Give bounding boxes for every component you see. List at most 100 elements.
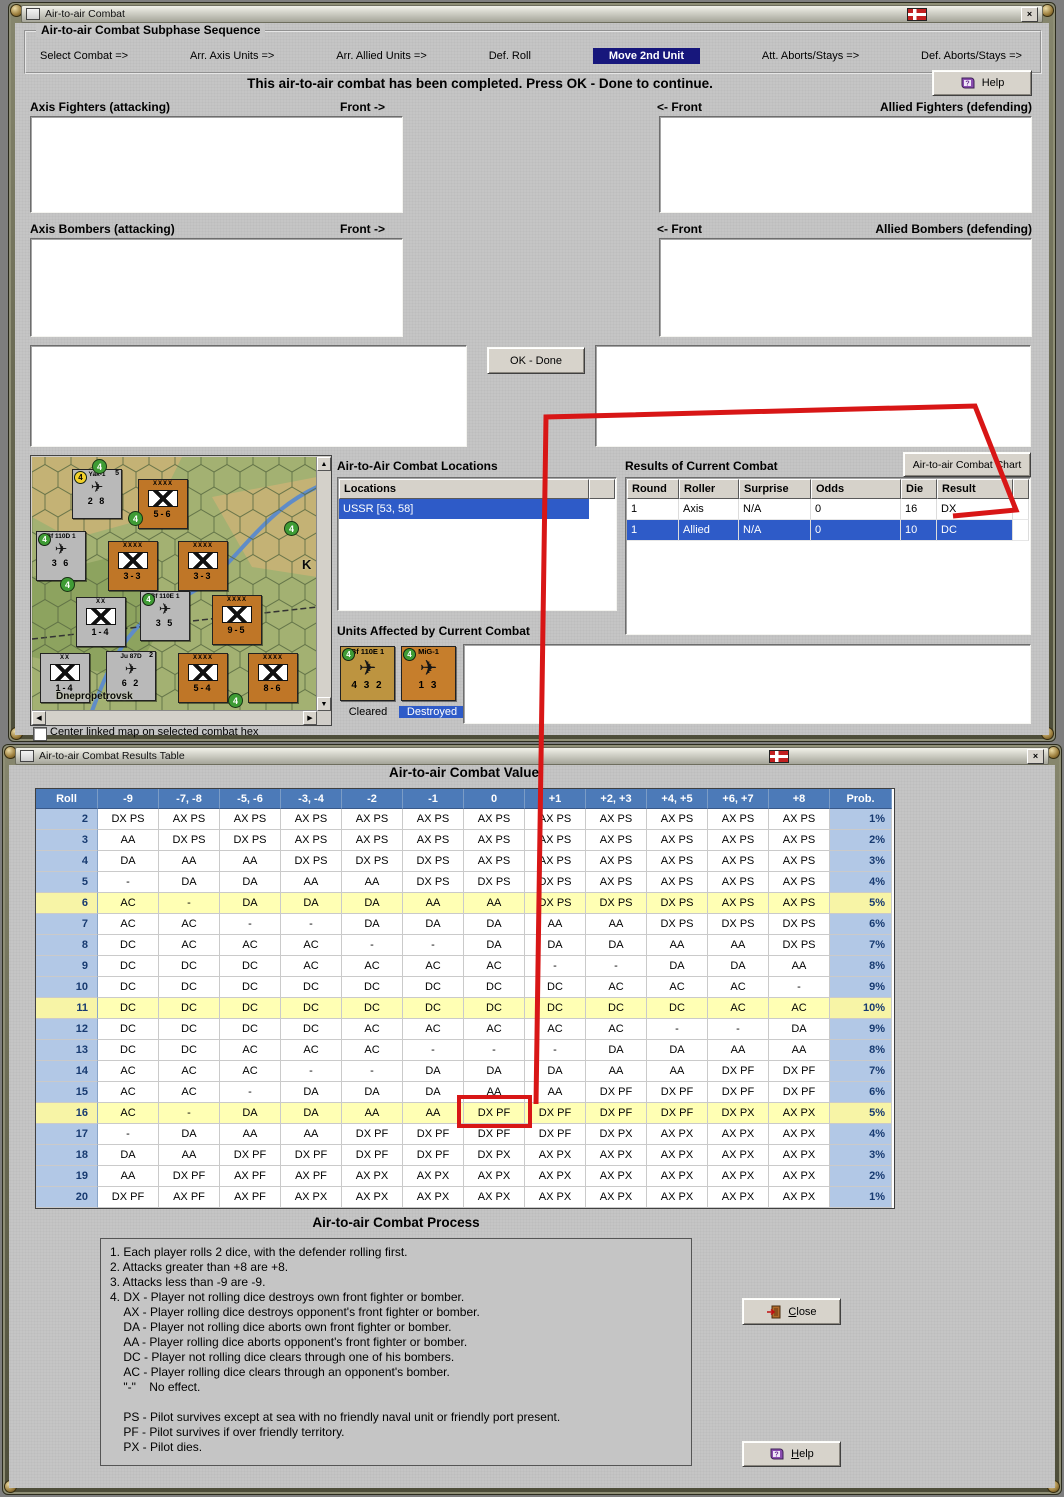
unit-counter[interactable]: XX 1-4 (76, 597, 126, 647)
results-cell[interactable]: Axis (679, 499, 739, 520)
combat-value-cell: AC (281, 956, 342, 977)
combat-map[interactable]: 5 4 Yak-1 ✈ 2 8 XXXX 5-6 4 Bf 110D 1 ✈ 3 6 XXXX 3-3 X… (30, 455, 332, 726)
combat-value-cell: AA (647, 1061, 708, 1082)
combat-value-column-header: 0 (464, 789, 525, 809)
map-vertical-scrollbar[interactable]: ▲ ▼ (316, 457, 331, 711)
axis-fighters-list[interactable] (30, 116, 403, 213)
subphase-step[interactable]: Def. Roll (489, 50, 531, 62)
allied-bombers-list[interactable] (659, 238, 1032, 337)
combat-value-cell: AC (159, 914, 220, 935)
combat-value-cell: AX PS (586, 809, 647, 830)
subphase-step[interactable]: Arr. Axis Units => (190, 50, 274, 62)
left-info-panel[interactable] (30, 345, 467, 447)
unit-counter[interactable]: XXXX 5-6 (138, 479, 188, 529)
unit-counter[interactable]: XXXX 3-3 (178, 541, 228, 591)
results-cell[interactable]: 0 (811, 499, 901, 520)
subphase-step[interactable]: Att. Aborts/Stays => (762, 50, 859, 62)
scroll-down-icon[interactable]: ▼ (317, 697, 331, 711)
unit-counter[interactable]: 4 Bf 110D 1 ✈ 3 6 (36, 531, 86, 581)
front-arrow-right-label: Front -> (340, 100, 385, 114)
results-table[interactable]: Round Roller Surprise Odds Die Result 1 Axis N/… (625, 477, 1031, 635)
scroll-up-icon[interactable]: ▲ (317, 457, 331, 471)
subphase-step[interactable]: Def. Aborts/Stays => (921, 50, 1022, 62)
infantry-symbol (188, 664, 218, 682)
right-info-panel[interactable] (595, 345, 1031, 447)
combat-value-cell: AX PX (647, 1187, 708, 1208)
close-button[interactable]: Close (742, 1298, 841, 1325)
help-button-bottom[interactable]: ? Help (742, 1441, 841, 1467)
subphase-step[interactable]: Select Combat => (40, 50, 128, 62)
close-icon[interactable]: × (1027, 748, 1044, 764)
unit-counter[interactable]: XXXX 9-5 (212, 595, 262, 645)
combat-value-cell: AA (281, 1124, 342, 1145)
unit-size-symbol: XXXX (122, 543, 143, 549)
unit-counter[interactable]: 4 MiG-1 ✈ 1 3 (401, 646, 456, 701)
titlebar-air-combat[interactable]: Air-to-air Combat × (21, 5, 1043, 23)
combat-value-cell: DX PX (708, 1103, 769, 1124)
subphase-step[interactable]: Move 2nd Unit (592, 48, 700, 64)
combat-value-column-header: -5, -6 (220, 789, 281, 809)
results-cell[interactable]: N/A (739, 520, 811, 541)
unit-counter[interactable]: 4 Bf 110E 1 ✈ 4 3 2 (340, 646, 395, 701)
unit-status-label[interactable]: Destroyed (399, 706, 465, 718)
combat-value-cell: AX PS (647, 830, 708, 851)
results-cell[interactable]: DC (937, 520, 1013, 541)
prob-cell: 1% (830, 1187, 892, 1208)
combat-value-cell: DX PX (464, 1145, 525, 1166)
results-cell[interactable]: Allied (679, 520, 739, 541)
unit-status-label[interactable]: Cleared (338, 706, 398, 718)
results-cell[interactable]: 10 (901, 520, 937, 541)
scroll-right-icon[interactable]: ▶ (303, 711, 317, 725)
combat-value-cell: AC (98, 893, 159, 914)
combat-value-cell: AC (403, 956, 464, 977)
scroll-left-icon[interactable]: ◀ (32, 711, 46, 725)
unit-counter[interactable]: XXXX 3-3 (108, 541, 158, 591)
results-cell[interactable]: 0 (811, 520, 901, 541)
locations-list[interactable]: Locations USSR [53, 58] (337, 477, 617, 611)
combat-value-cell: - (159, 1103, 220, 1124)
results-title: Results of Current Combat (625, 459, 778, 473)
location-row[interactable]: USSR [53, 58] (339, 499, 589, 519)
map-horizontal-scrollbar[interactable]: ◀ ▶ (32, 710, 317, 725)
combat-chart-button[interactable]: Air-to-air Combat Chart (903, 452, 1031, 477)
help-button-label: Help (981, 77, 1005, 89)
results-column-header[interactable]: Surprise (739, 479, 811, 499)
ok-done-button[interactable]: OK - Done (487, 347, 585, 374)
results-column-header[interactable]: Roller (679, 479, 739, 499)
axis-bombers-list[interactable] (30, 238, 403, 337)
results-cell[interactable]: N/A (739, 499, 811, 520)
results-column-header[interactable]: Result (937, 479, 1013, 499)
combat-value-cell: - (403, 935, 464, 956)
window-icon (26, 8, 40, 20)
results-cell[interactable]: 1 (627, 499, 679, 520)
combat-value-cell: DX PS (525, 893, 586, 914)
units-affected-panel[interactable] (463, 644, 1031, 724)
results-column-header[interactable]: Odds (811, 479, 901, 499)
allied-fighters-list[interactable] (659, 116, 1032, 213)
center-map-checkbox[interactable] (33, 727, 47, 741)
titlebar-results-table[interactable]: Air-to-air Combat Results Table × (15, 747, 1049, 765)
results-header-row: Round Roller Surprise Odds Die Result (627, 479, 1029, 499)
close-icon[interactable]: × (1021, 6, 1038, 22)
combat-value-cell: DX PS (98, 809, 159, 830)
results-cell[interactable]: DX (937, 499, 1013, 520)
unit-counter[interactable]: 4 Bf 110E 1 ✈ 3 5 (140, 591, 190, 641)
combat-value-cell: AX PX (281, 1187, 342, 1208)
combat-value-rows: 2 DX PS AX PS AX PS AX PS AX PS AX PS AX PS AX P… (36, 809, 894, 1208)
combat-value-cell: AX PX (769, 1124, 830, 1145)
combat-value-cell: AA (647, 935, 708, 956)
results-cell[interactable]: 1 (627, 520, 679, 541)
combat-value-cell: AX PX (769, 1166, 830, 1187)
map-canvas[interactable]: 5 4 Yak-1 ✈ 2 8 XXXX 5-6 4 Bf 110D 1 ✈ 3 6 XXXX 3-3 X… (32, 457, 317, 711)
locations-column-header[interactable]: Locations (339, 479, 589, 499)
map-place-label: K (302, 557, 312, 572)
infantry-symbol (118, 552, 148, 570)
results-column-header[interactable]: Die (901, 479, 937, 499)
results-column-header[interactable]: Round (627, 479, 679, 499)
help-button[interactable]: ? Help (932, 70, 1032, 96)
unit-counter[interactable]: XXXX 5-4 (178, 653, 228, 703)
subphase-step[interactable]: Arr. Allied Units => (336, 50, 427, 62)
unit-counter[interactable]: XXXX 8-6 (248, 653, 298, 703)
results-cell[interactable]: 16 (901, 499, 937, 520)
unit-counter[interactable]: 5 4 Yak-1 ✈ 2 8 (72, 469, 122, 519)
